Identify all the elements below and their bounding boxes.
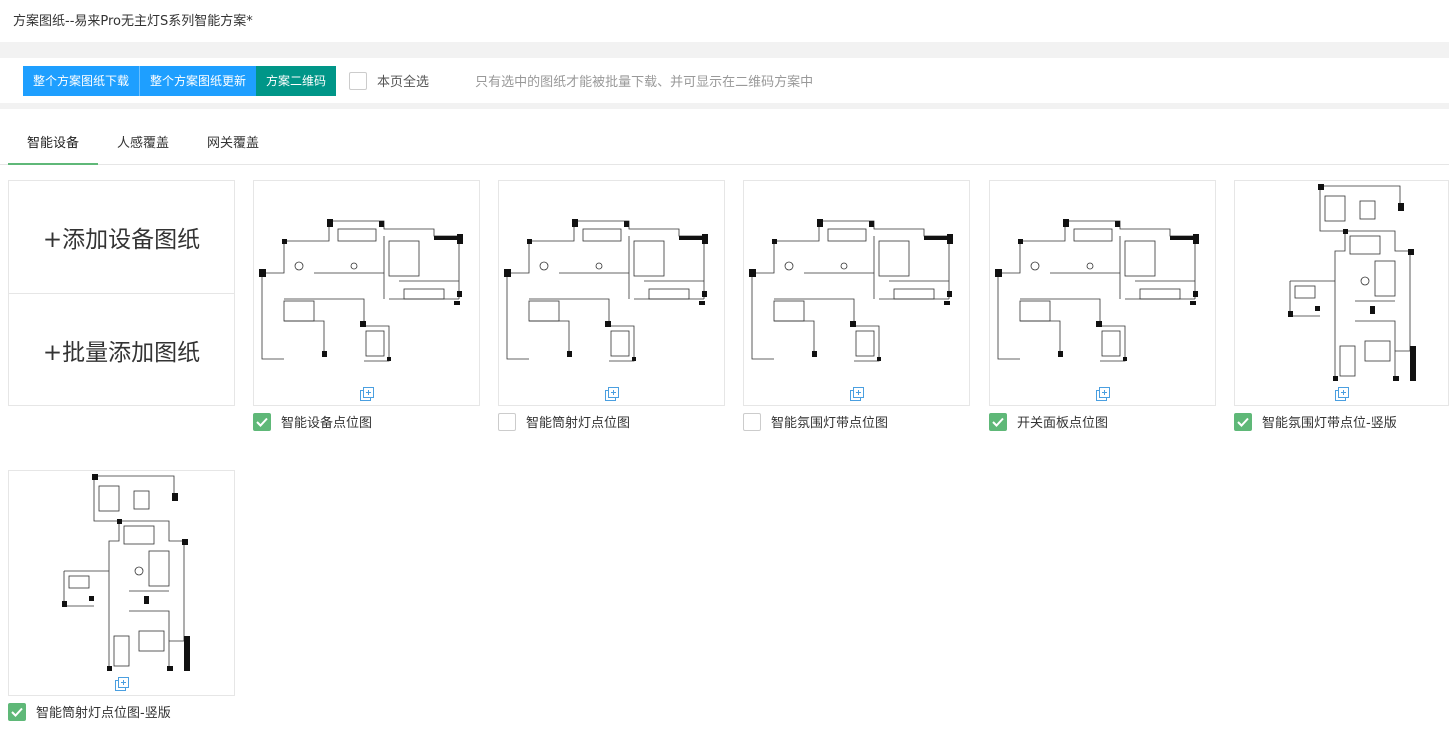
drawing-thumbnail[interactable]: [498, 180, 725, 406]
zoom-icon[interactable]: [114, 677, 129, 691]
drawing-label: 智能氛围灯带点位-竖版: [1262, 416, 1397, 431]
batch-add-drawing-button[interactable]: +批量添加图纸: [9, 293, 234, 405]
drawing-label: 智能设备点位图: [281, 416, 373, 431]
drawing-checkbox[interactable]: [8, 702, 26, 721]
drawing-checkbox[interactable]: [498, 412, 516, 431]
drawing-checkbox[interactable]: [1234, 412, 1252, 431]
zoom-icon[interactable]: [849, 387, 864, 401]
select-all-checkbox[interactable]: [349, 71, 368, 90]
drawing-label: 智能筒射灯点位图: [526, 416, 631, 431]
drawing-checkbox[interactable]: [743, 412, 761, 431]
update-all-button[interactable]: 整个方案图纸更新: [139, 65, 257, 96]
zoom-icon[interactable]: [359, 387, 374, 401]
separator: [0, 42, 1449, 58]
drawing-card: 智能氛围灯带点位图: [743, 180, 970, 431]
add-drawing-box: +添加设备图纸 +批量添加图纸: [8, 180, 235, 406]
tab-smart-devices[interactable]: 智能设备: [8, 124, 99, 165]
drawing-thumbnail[interactable]: [743, 180, 970, 406]
drawing-card: 智能筒射灯点位图-竖版: [8, 470, 235, 721]
select-all: 本页全选: [349, 71, 429, 90]
zoom-icon[interactable]: [1334, 387, 1349, 401]
page-title-text: 方案图纸--易来Pro无主灯S系列智能方案*: [13, 14, 253, 29]
drawing-card: 开关面板点位图: [989, 180, 1216, 431]
zoom-icon[interactable]: [1095, 387, 1110, 401]
floor-plan-image: [749, 219, 953, 362]
qrcode-button[interactable]: 方案二维码: [256, 65, 337, 96]
add-device-drawing-button[interactable]: +添加设备图纸: [9, 181, 234, 293]
select-all-label[interactable]: 本页全选: [377, 71, 429, 90]
drawing-card: 智能氛围灯带点位-竖版: [1234, 180, 1449, 431]
drawing-checkbox[interactable]: [253, 412, 271, 431]
drawing-label: 开关面板点位图: [1017, 416, 1109, 431]
tab-motion-coverage[interactable]: 人感覆盖: [98, 124, 188, 164]
drawing-grid: +添加设备图纸 +批量添加图纸 智能设备点位图 智能筒射灯点位图 智能氛围灯带点…: [0, 165, 1449, 742]
floor-plan-image: [995, 219, 1199, 362]
tab-gateway-coverage[interactable]: 网关覆盖: [188, 124, 278, 164]
drawing-thumbnail[interactable]: [1234, 180, 1449, 406]
drawing-thumbnail[interactable]: [253, 180, 480, 406]
page-title: 方案图纸--易来Pro无主灯S系列智能方案*: [0, 0, 1449, 42]
tab-bar: 智能设备 人感覆盖 网关覆盖: [0, 109, 1449, 165]
zoom-icon[interactable]: [604, 387, 619, 401]
floor-plan-image: [504, 219, 708, 362]
drawing-card: 智能筒射灯点位图: [498, 180, 725, 431]
drawing-label: 智能筒射灯点位图-竖版: [36, 706, 171, 721]
download-all-button[interactable]: 整个方案图纸下载: [23, 65, 140, 96]
toolbar: 整个方案图纸下载 整个方案图纸更新 方案二维码 本页全选 只有选中的图纸才能被批…: [0, 58, 1449, 103]
floor-plan-image: [259, 219, 463, 362]
floor-plan-image: [1288, 184, 1416, 381]
drawing-label: 智能氛围灯带点位图: [771, 416, 889, 431]
drawing-thumbnail[interactable]: [8, 470, 235, 696]
drawing-checkbox[interactable]: [989, 412, 1007, 431]
drawing-card: 智能设备点位图: [253, 180, 480, 431]
selection-hint: 只有选中的图纸才能被批量下载、并可显示在二维码方案中: [475, 75, 814, 90]
floor-plan-image: [62, 474, 190, 671]
drawing-thumbnail[interactable]: [989, 180, 1216, 406]
